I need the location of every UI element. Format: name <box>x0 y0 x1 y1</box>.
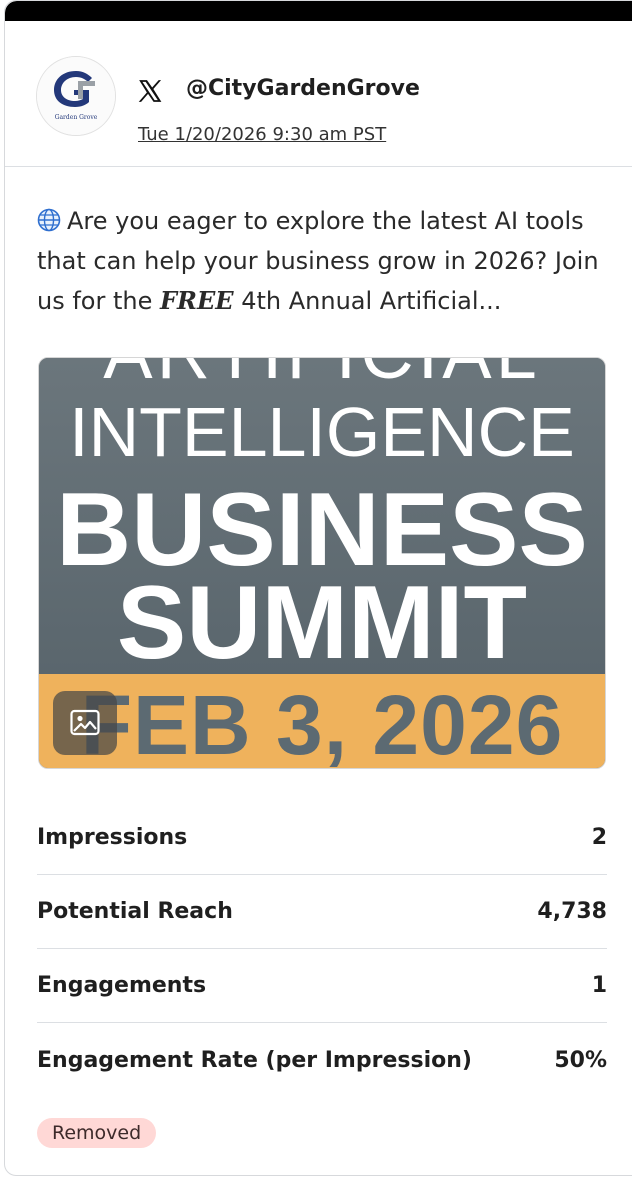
avatar[interactable]: Garden Grove <box>36 56 116 136</box>
image-text-artificial: ARTIFICIAL <box>39 358 605 395</box>
stat-value: 1 <box>591 973 607 998</box>
stat-value: 50% <box>554 1047 607 1073</box>
stat-row-impressions: Impressions 2 <box>37 801 607 875</box>
stat-label: Engagements <box>37 973 207 998</box>
stat-label: Engagement Rate (per Impression) <box>37 1047 472 1073</box>
status-badge: Removed <box>37 1118 157 1148</box>
post-header: Garden Grove @CityGardenGrove Tue 1/20/2… <box>5 21 632 167</box>
account-handle[interactable]: @CityGardenGrove <box>186 76 420 101</box>
x-logo-icon <box>138 80 162 102</box>
post-image[interactable]: ARTIFICIAL INTELLIGENCE BUSINESS SUMMIT … <box>38 357 606 769</box>
avatar-logo-text: Garden Grove <box>55 114 98 121</box>
stat-row-engagements: Engagements 1 <box>37 949 607 1023</box>
image-type-badge <box>53 691 117 755</box>
stat-value: 2 <box>591 825 607 850</box>
image-text-intelligence: INTELLIGENCE <box>69 393 575 471</box>
card-top-bar <box>5 1 632 21</box>
post-text-free: FREE <box>160 286 234 315</box>
post-timestamp-link[interactable]: Tue 1/20/2026 9:30 am PST <box>138 124 386 145</box>
stat-row-potential-reach: Potential Reach 4,738 <box>37 875 607 949</box>
post-text-part2: 4th Annual Artificial... <box>233 287 502 315</box>
image-text-summit: SUMMIT <box>116 565 528 681</box>
garden-grove-logo-icon: Garden Grove <box>37 57 115 135</box>
image-icon <box>70 709 100 736</box>
stat-label: Impressions <box>37 825 188 850</box>
post-text: Are you eager to explore the latest AI t… <box>37 201 607 321</box>
post-card: Garden Grove @CityGardenGrove Tue 1/20/2… <box>4 0 632 1176</box>
stat-value: 4,738 <box>537 899 607 924</box>
stat-row-engagement-rate: Engagement Rate (per Impression) 50% <box>37 1023 607 1097</box>
stat-label: Potential Reach <box>37 899 233 924</box>
image-text-date: FEB 3, 2026 <box>80 678 564 769</box>
stats-table: Impressions 2 Potential Reach 4,738 Enga… <box>37 801 607 1097</box>
globe-icon <box>37 208 61 232</box>
